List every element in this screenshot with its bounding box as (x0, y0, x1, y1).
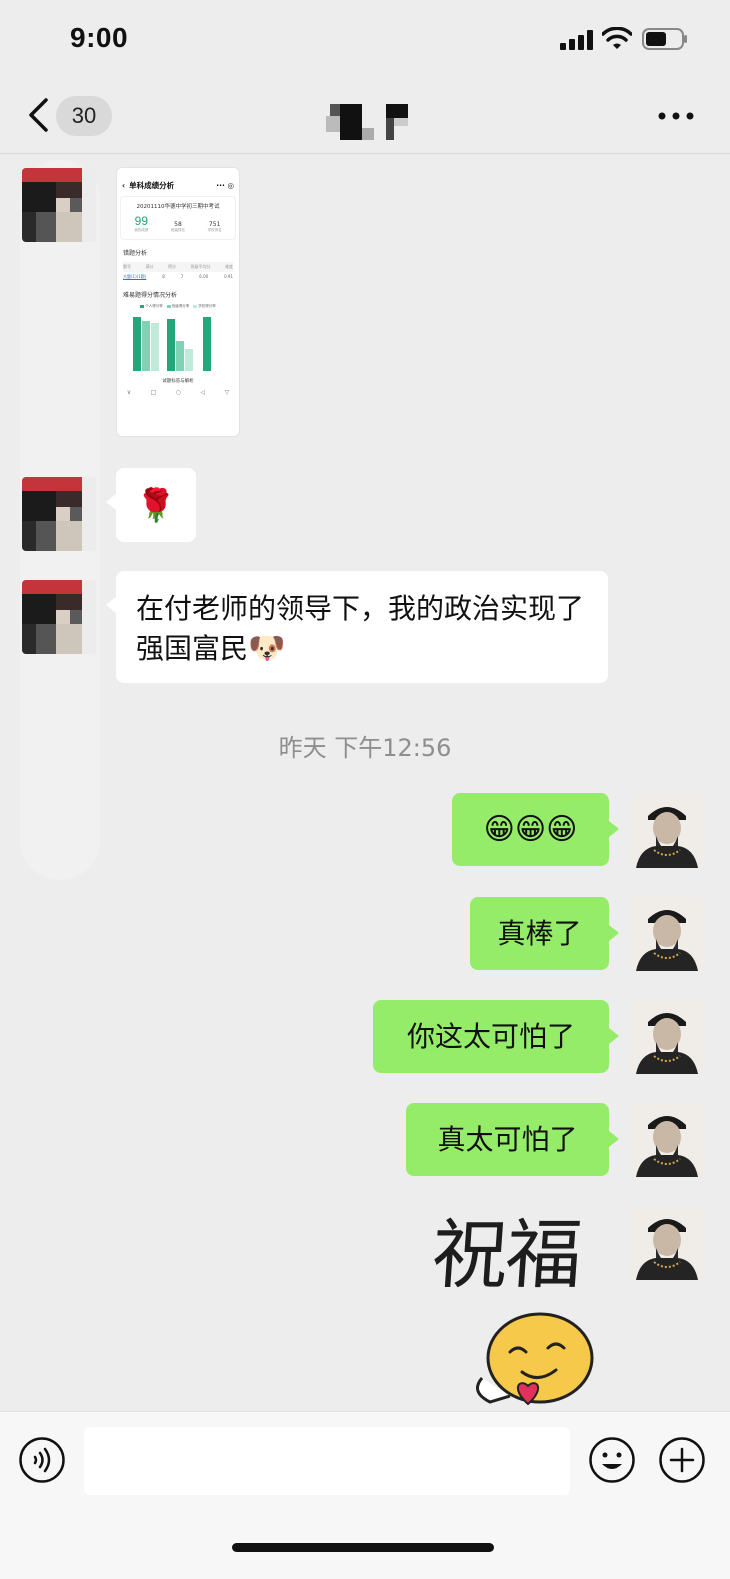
rose-emoji: 🌹 (136, 486, 176, 524)
avatar-image (22, 580, 96, 654)
scary-message-1[interactable]: 你这太可怕了 (373, 1000, 619, 1073)
signal-icon (560, 30, 593, 50)
thumb-td: 6.00 (199, 274, 209, 279)
scary-message-1-text: 你这太可怕了 (406, 1019, 575, 1053)
portrait-image (630, 1000, 704, 1074)
thumb-dots-icon: ··· ◎ (216, 180, 234, 190)
thumb-chart-section: 难易题得分情况分析 (123, 292, 178, 299)
thumb-td: 0.91 (224, 274, 233, 279)
portrait-image (630, 1206, 704, 1280)
thumb-score-card: 20201110华德中学初三期中考试 99 我的成绩 58 班级排名 751 学校排名 (121, 197, 235, 239)
message-timestamp: 昨天 下午12:56 (278, 734, 452, 762)
plus-icon[interactable] (658, 1436, 706, 1484)
thumb-td: 7 (180, 274, 184, 279)
thumb-navbar: ∨ □ ○ ◁ ▽ (126, 389, 230, 396)
scary-message-2-text: 真太可怕了 (437, 1122, 578, 1156)
status-bar: 9:00 (0, 0, 730, 80)
my-avatar[interactable] (630, 794, 704, 868)
contact-avatar-pixelated[interactable] (22, 580, 96, 654)
message-text-field[interactable] (84, 1427, 570, 1495)
thumb-exam-name: 20201110华德中学初三期中考试 (136, 204, 220, 210)
contact-name-redacted (326, 104, 408, 140)
great-message-text: 真棒了 (497, 916, 582, 950)
grin-emoji-message[interactable]: 😁😁😁 (452, 793, 619, 866)
sticker-text: 祝福 (428, 1210, 584, 1299)
thumb-header: ‹ 单科成绩分析 ··· ◎ (117, 176, 239, 194)
home-indicator[interactable] (232, 1543, 494, 1552)
thumb-th: 题号 (123, 264, 131, 269)
avatar-image (22, 477, 96, 551)
thumb-wrong-section: 错题分析 (123, 250, 148, 257)
status-time: 9:00 (70, 22, 129, 53)
thumb-class-rank-label: 班级排名 (170, 228, 185, 232)
thumb-footer: 试题标答与解析 (162, 379, 194, 384)
politics-message[interactable]: 在付老师的领导下，我的政治实现了强国富民🐶 (106, 571, 608, 683)
thumb-legend-item: 个人得分率 (145, 304, 163, 308)
battery-icon (642, 28, 687, 50)
thumb-bar-chart (133, 317, 211, 371)
thumb-school-rank-label: 学校排名 (207, 228, 222, 232)
portrait-image (630, 897, 704, 971)
thumb-title: 单科成绩分析 (129, 180, 175, 190)
thumb-legend-item: 班级得分率 (171, 304, 190, 308)
great-message[interactable]: 真棒了 (470, 897, 619, 970)
thumb-school-rank: 751 (208, 221, 221, 228)
smiley-face-icon (476, 1312, 594, 1406)
thumb-th: 得分 (168, 264, 176, 269)
doge-emoji: 🐶 (248, 631, 286, 666)
thumb-th: 班级平均分 (190, 264, 211, 269)
portrait-image (630, 794, 704, 868)
smile-icon[interactable] (588, 1436, 636, 1484)
my-avatar[interactable] (630, 1000, 704, 1074)
thumb-th: 难度 (225, 264, 233, 269)
grin-emojis: 😁😁😁 (483, 811, 578, 847)
thumb-td: 8 (162, 274, 165, 279)
my-avatar[interactable] (630, 897, 704, 971)
thumb-th: 满分 (145, 264, 154, 269)
portrait-image (630, 1103, 704, 1177)
message-input-bar (0, 1411, 730, 1579)
thumb-table: 题号 满分 得分 班级平均分 难度 大题(1)(1题) 8 7 6.00 0.9… (123, 262, 233, 282)
politics-message-text: 在付老师的领导下，我的政治实现了强国富民 (136, 592, 585, 665)
avatar-image (22, 168, 96, 242)
report-screenshot-image[interactable]: ‹ 单科成绩分析 ··· ◎ 20201110华德中学初三期中考试 99 我的成绩… (116, 167, 240, 437)
blessing-sticker[interactable]: 祝福 (400, 1210, 612, 1410)
wifi-icon (602, 27, 632, 49)
thumb-class-rank: 58 (174, 221, 182, 228)
my-avatar[interactable] (630, 1103, 704, 1177)
thumb-td: 大题(1)(1题) (123, 274, 147, 279)
contact-avatar-pixelated[interactable] (22, 477, 96, 551)
scary-message-2[interactable]: 真太可怕了 (406, 1103, 619, 1176)
thumb-back-icon: ‹ (122, 180, 126, 190)
rose-message[interactable]: 🌹 (106, 468, 196, 542)
chat-header: 30 (0, 80, 730, 154)
more-dots-icon[interactable] (654, 104, 698, 128)
thumb-score-label: 我的成绩 (134, 228, 149, 232)
voice-icon[interactable] (18, 1436, 66, 1484)
thumb-score: 99 (134, 214, 148, 228)
unread-count-badge[interactable]: 30 (56, 96, 112, 136)
my-avatar[interactable] (630, 1206, 704, 1280)
thumb-legend: 个人得分率 班级得分率 学校得分率 (117, 302, 239, 311)
thumb-legend-item: 学校得分率 (198, 304, 216, 308)
chevron-left-icon[interactable] (22, 94, 56, 136)
contact-avatar-pixelated[interactable] (22, 168, 96, 242)
